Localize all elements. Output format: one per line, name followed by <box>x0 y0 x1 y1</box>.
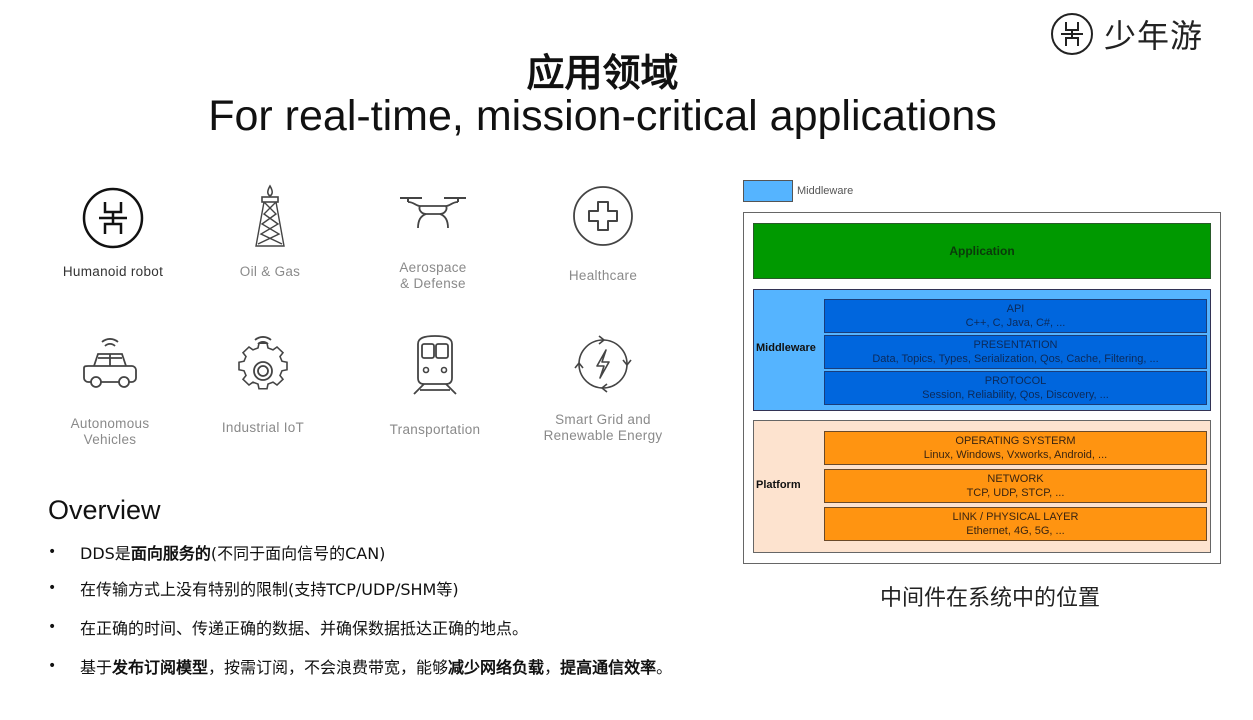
middleware-group-label: Middleware <box>756 342 816 354</box>
middleware-layer-presentation: PRESENTATION Data, Topics, Types, Serial… <box>824 335 1207 369</box>
platform-layer-os: OPERATING SYSTERM Linux, Windows, Vxwork… <box>824 431 1207 465</box>
energy-cycle-icon <box>574 335 632 393</box>
application-autonomous-vehicles: Autonomous Vehicles <box>30 334 190 448</box>
bullet-text: 基于发布订阅模型，按需订阅，不会浪费带宽，能够减少网络负载，提高通信效率。 <box>80 658 673 677</box>
application-aerospace-defense: Aerospace & Defense <box>353 192 513 292</box>
application-label-line2: & Defense <box>400 276 466 291</box>
layer-title: LINK / PHYSICAL LAYER <box>952 511 1079 523</box>
train-icon <box>413 335 457 395</box>
application-healthcare: Healthcare <box>523 184 683 284</box>
application-transportation: Transportation <box>355 334 515 438</box>
layer-detail: Data, Topics, Types, Serialization, Qos,… <box>872 353 1159 365</box>
layer-title: PROTOCOL <box>984 375 1047 387</box>
layer-title: NETWORK <box>987 473 1044 485</box>
application-label-line1: Autonomous <box>70 416 150 431</box>
diagram-legend: Middleware <box>743 180 853 202</box>
application-label-line1: Smart Grid and <box>555 412 651 427</box>
bullet-dot: • <box>48 544 57 560</box>
application-oil-gas: Oil & Gas <box>190 184 350 280</box>
layer-title: API <box>1006 303 1025 315</box>
application-label: Humanoid robot <box>62 264 164 279</box>
overview-bullet: • 基于发布订阅模型，按需订阅，不会浪费带宽，能够减少网络负载，提高通信效率。 <box>48 654 672 678</box>
bullet-text: DDS是面向服务的(不同于面向信号的CAN) <box>80 544 386 563</box>
page-title-en: For real-time, mission-critical applicat… <box>208 92 997 140</box>
application-label: Healthcare <box>568 268 638 283</box>
application-label: Transportation <box>389 422 481 437</box>
middleware-layer-protocol: PROTOCOL Session, Reliability, Qos, Disc… <box>824 371 1207 405</box>
application-layer: Application <box>753 223 1211 279</box>
platform-group-label: Platform <box>756 479 801 491</box>
layer-title: PRESENTATION <box>973 339 1058 351</box>
application-smart-grid: Smart Grid and Renewable Energy <box>523 334 683 444</box>
overview-bullet: • 在正确的时间、传递正确的数据、并确保数据抵达正确的地点。 <box>48 615 528 639</box>
application-label-line2: Vehicles <box>83 432 137 447</box>
layer-detail: TCP, UDP, STCP, ... <box>966 487 1065 499</box>
middleware-stack-diagram: Application Middleware API C++, C, Java,… <box>743 212 1221 564</box>
overview-bullet: • DDS是面向服务的(不同于面向信号的CAN) <box>48 540 385 564</box>
diagram-caption: 中间件在系统中的位置 <box>879 586 1100 611</box>
application-label-line2: Renewable Energy <box>543 428 663 443</box>
drone-icon <box>400 197 466 229</box>
bullet-text: 在传输方式上没有特别的限制(支持TCP/UDP/SHM等) <box>80 580 459 599</box>
bullet-dot: • <box>48 619 57 635</box>
application-label: Industrial IoT <box>221 420 305 435</box>
page-title-cn: 应用领域 <box>526 51 679 95</box>
overview-bullet: • 在传输方式上没有特别的限制(支持TCP/UDP/SHM等) <box>48 576 459 600</box>
medical-cross-icon <box>573 186 633 246</box>
oil-rig-icon <box>255 184 285 247</box>
layer-detail: Ethernet, 4G, 5G, ... <box>966 525 1065 537</box>
layer-detail: Linux, Windows, Vxworks, Android, ... <box>923 449 1108 461</box>
layer-detail: Session, Reliability, Qos, Discovery, ..… <box>922 389 1109 401</box>
middleware-layer-api: API C++, C, Java, C#, ... <box>824 299 1207 333</box>
platform-layer-link: LINK / PHYSICAL LAYER Ethernet, 4G, 5G, … <box>824 507 1207 541</box>
bullet-text: 在正确的时间、传递正确的数据、并确保数据抵达正确的地点。 <box>80 619 529 638</box>
application-industrial-iot: Industrial IoT <box>183 334 343 436</box>
bullet-dot: • <box>48 580 57 596</box>
application-humanoid-robot: Humanoid robot <box>33 186 193 280</box>
bullet-dot: • <box>48 658 57 674</box>
connected-car-icon <box>83 338 137 388</box>
layer-detail: C++, C, Java, C#, ... <box>965 317 1066 329</box>
overview-title: Overview <box>48 495 161 525</box>
legend-swatch-middleware <box>743 180 793 202</box>
middleware-group: Middleware API C++, C, Java, C#, ... PRE… <box>753 289 1211 411</box>
legend-label: Middleware <box>797 185 854 197</box>
platform-layer-network: NETWORK TCP, UDP, STCP, ... <box>824 469 1207 503</box>
layer-title: OPERATING SYSTERM <box>955 435 1076 447</box>
humanoid-robot-icon <box>82 187 144 249</box>
application-label-line1: Aerospace <box>399 260 467 275</box>
platform-group: Platform OPERATING SYSTERM Linux, Window… <box>753 420 1211 553</box>
connected-gear-icon <box>238 336 288 390</box>
application-label: Oil & Gas <box>239 264 301 279</box>
